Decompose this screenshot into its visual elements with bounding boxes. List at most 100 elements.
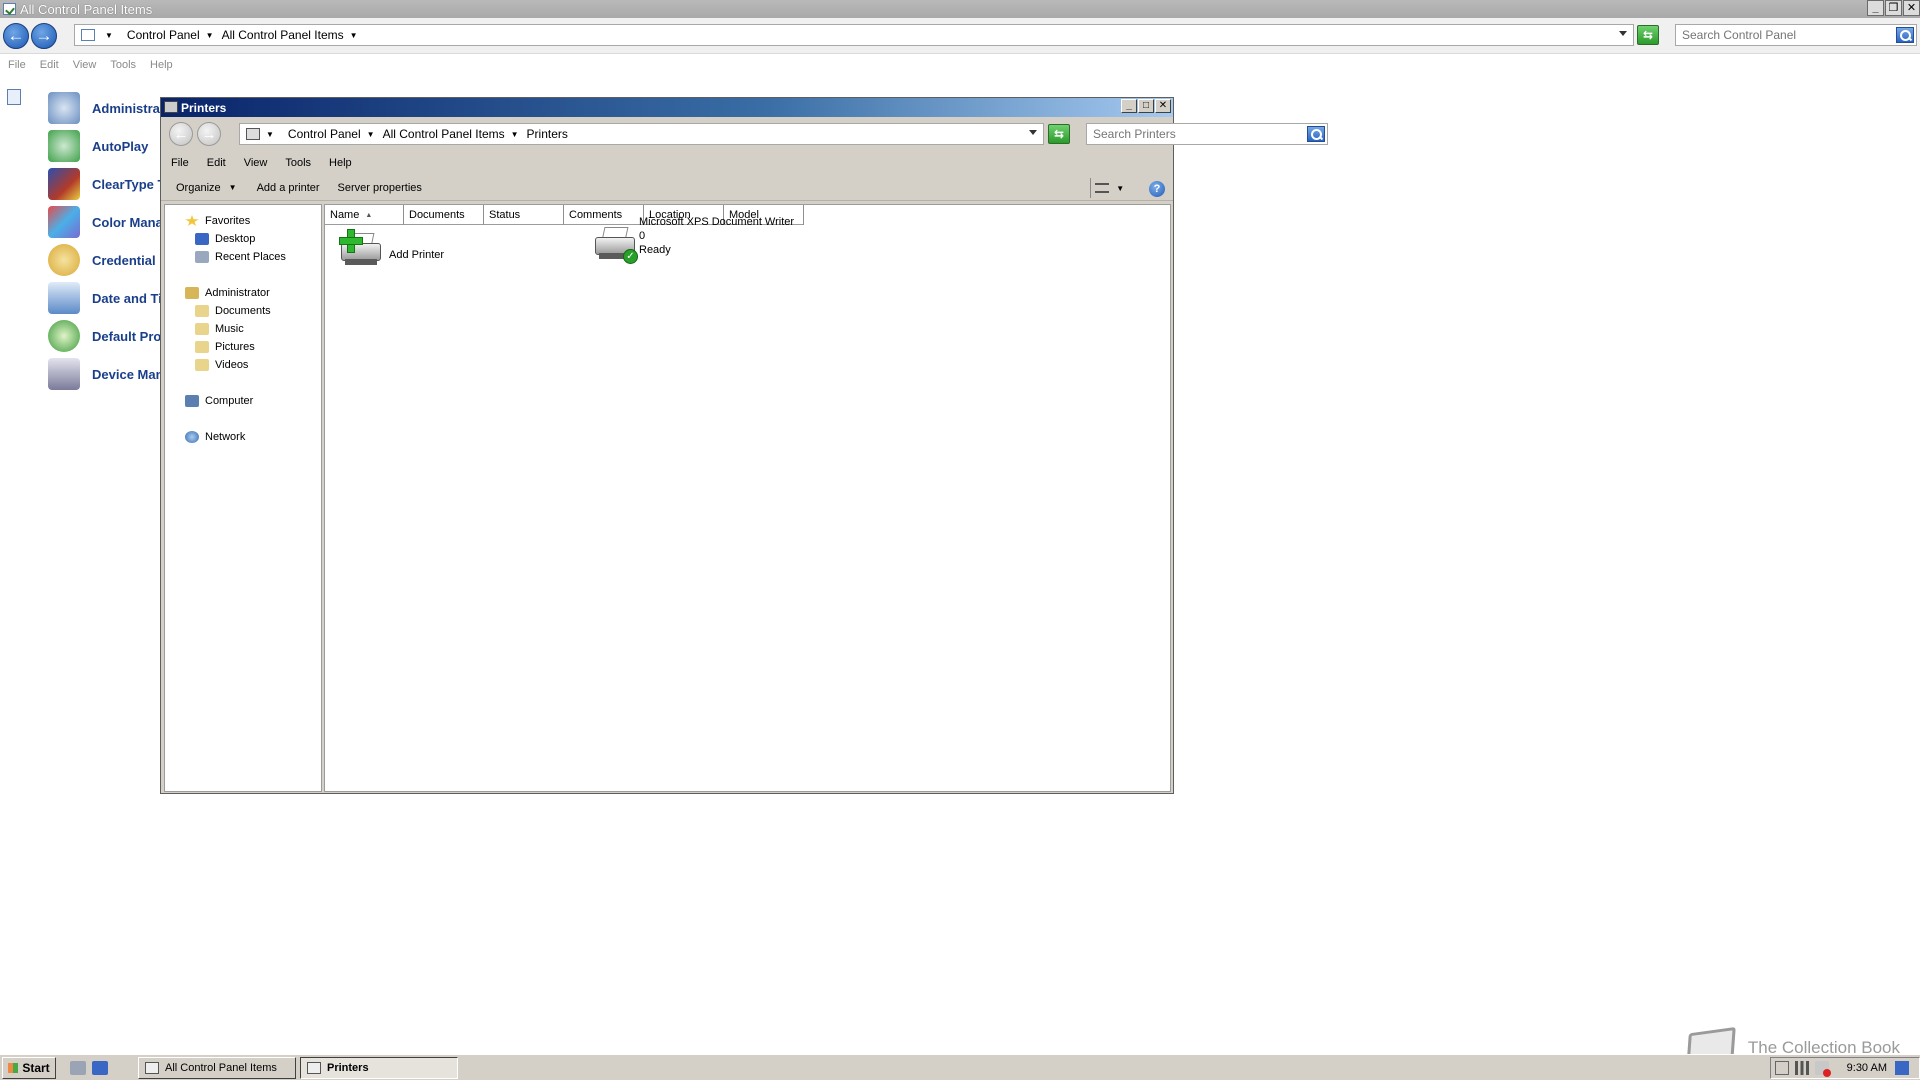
breadcrumb-control-panel[interactable]: Control Panel ▼ xyxy=(288,127,375,141)
background-menu-bar: File Edit View Tools Help xyxy=(0,55,1920,75)
show-desktop-icon[interactable] xyxy=(1895,1061,1909,1075)
maximize-button[interactable]: □ xyxy=(1138,99,1154,113)
refresh-button[interactable]: ⇆ xyxy=(1637,25,1659,45)
server-properties-button[interactable]: Server properties xyxy=(338,182,422,194)
change-view-button[interactable]: ▼ xyxy=(1090,178,1128,198)
nav-desktop[interactable]: Desktop xyxy=(195,233,255,245)
menu-tools[interactable]: Tools xyxy=(285,157,311,169)
add-printer-label: Add Printer xyxy=(389,249,445,261)
chevron-down-icon[interactable]: ▼ xyxy=(1116,184,1124,193)
nav-pictures[interactable]: Pictures xyxy=(195,341,255,353)
minimize-button[interactable]: _ xyxy=(1867,0,1884,16)
forward-button[interactable]: → xyxy=(31,23,57,49)
cp-item-autoplay[interactable]: AutoPlay xyxy=(48,129,148,163)
search-input[interactable] xyxy=(1676,25,1916,45)
refresh-icon: ⇆ xyxy=(1053,127,1065,141)
chevron-down-icon[interactable]: ▼ xyxy=(206,31,214,40)
breadcrumb-control-panel[interactable]: Control Panel ▼ xyxy=(127,28,214,42)
address-dropdown-icon[interactable] xyxy=(1029,130,1037,135)
menu-view[interactable]: View xyxy=(73,59,97,71)
close-button[interactable]: ✕ xyxy=(1155,99,1171,113)
breadcrumb-printers[interactable]: Printers xyxy=(527,127,568,141)
add-printer-item[interactable]: Add Printer xyxy=(339,229,444,269)
printers-icon xyxy=(164,101,178,113)
column-header-documents[interactable]: Documents xyxy=(404,205,484,225)
gear-tools-icon xyxy=(48,92,80,124)
cp-item-date-and-time[interactable]: Date and Tir xyxy=(48,281,167,315)
nav-network[interactable]: Network xyxy=(185,431,245,443)
nav-recent-places[interactable]: Recent Places xyxy=(195,251,286,263)
close-button[interactable]: ✕ xyxy=(1903,0,1920,16)
start-button[interactable]: Start xyxy=(2,1056,56,1079)
volume-muted-icon[interactable] xyxy=(1814,1061,1831,1077)
background-address-bar: ← → ▼ Control Panel ▼ All Control Panel I… xyxy=(0,18,1920,54)
menu-edit[interactable]: Edit xyxy=(207,157,226,169)
view-options-icon xyxy=(1094,183,1109,193)
play-icon xyxy=(48,130,80,162)
minimize-button[interactable]: _ xyxy=(1121,99,1137,113)
column-header-name[interactable]: Name ▲ xyxy=(325,205,404,225)
search-printers[interactable] xyxy=(1086,123,1328,145)
chevron-down-icon[interactable]: ▼ xyxy=(367,130,375,139)
server-manager-icon[interactable] xyxy=(70,1060,86,1075)
address-dropdown-icon[interactable] xyxy=(1619,31,1627,36)
help-button[interactable]: ? xyxy=(1149,181,1165,197)
arrow-right-icon: → xyxy=(35,26,53,45)
menu-help[interactable]: Help xyxy=(329,157,352,169)
background-window-titlebar[interactable]: All Control Panel Items _ ❐ ✕ xyxy=(0,0,1920,18)
add-printer-icon xyxy=(339,229,385,269)
printers-window-titlebar[interactable]: Printers _ □ ✕ xyxy=(161,98,1173,117)
search-input[interactable] xyxy=(1087,124,1327,144)
chevron-down-icon[interactable]: ▼ xyxy=(511,130,519,139)
clock[interactable]: 9:30 AM xyxy=(1847,1062,1887,1074)
cp-item-color-management[interactable]: Color Manag xyxy=(48,205,171,239)
menu-help[interactable]: Help xyxy=(150,59,173,71)
menu-view[interactable]: View xyxy=(244,157,268,169)
taskbar-button-printers[interactable]: Printers xyxy=(300,1056,458,1079)
search-icon[interactable] xyxy=(1307,126,1325,142)
address-box[interactable]: ▼ Control Panel ▼ All Control Panel Items… xyxy=(239,123,1044,145)
column-header-status[interactable]: Status xyxy=(484,205,564,225)
add-a-printer-button[interactable]: Add a printer xyxy=(257,182,320,194)
breadcrumb-all-control-panel-items[interactable]: All Control Panel Items ▼ xyxy=(222,28,358,42)
show-hidden-icons-icon[interactable] xyxy=(1774,1061,1789,1075)
show-desktop-icon[interactable] xyxy=(92,1060,108,1075)
network-icon[interactable] xyxy=(1794,1061,1809,1075)
cp-item-default-programs[interactable]: Default Prog xyxy=(48,319,169,353)
taskbar-button-all-control-panel-items[interactable]: All Control Panel Items xyxy=(138,1056,296,1079)
file-list: Name ▲ Documents Status Comments Location… xyxy=(324,204,1171,792)
nav-videos[interactable]: Videos xyxy=(195,359,248,371)
cp-item-administrative-tools[interactable]: Administrat xyxy=(48,91,164,125)
taskbar: Start All Control Panel Items Printers 9… xyxy=(0,1054,1920,1080)
chevron-down-icon[interactable]: ▼ xyxy=(266,130,274,139)
chevron-down-icon[interactable]: ▼ xyxy=(350,31,358,40)
search-control-panel[interactable] xyxy=(1675,24,1917,46)
back-button[interactable]: ← xyxy=(3,23,29,49)
nav-computer[interactable]: Computer xyxy=(185,395,253,407)
computer-icon xyxy=(185,395,199,407)
organize-button[interactable]: Organize ▼ xyxy=(176,182,237,194)
nav-favorites[interactable]: Favorites xyxy=(185,215,250,227)
cp-item-cleartype[interactable]: ClearType T xyxy=(48,167,165,201)
menu-edit[interactable]: Edit xyxy=(40,59,59,71)
search-icon[interactable] xyxy=(1896,27,1914,43)
chevron-down-icon[interactable]: ▼ xyxy=(105,31,113,40)
nav-documents[interactable]: Documents xyxy=(195,305,271,317)
folder-icon xyxy=(195,305,209,317)
back-button[interactable]: ← xyxy=(169,122,193,146)
color-management-icon xyxy=(48,206,80,238)
menu-file[interactable]: File xyxy=(171,157,189,169)
refresh-button[interactable]: ⇆ xyxy=(1048,124,1070,144)
nav-music[interactable]: Music xyxy=(195,323,244,335)
address-box[interactable]: ▼ Control Panel ▼ All Control Panel Items… xyxy=(74,24,1634,46)
cp-item-device-manager[interactable]: Device Mana xyxy=(48,357,171,391)
sidebar-toggle-icon[interactable] xyxy=(7,89,21,105)
cp-item-credential-manager[interactable]: Credential M xyxy=(48,243,170,277)
menu-tools[interactable]: Tools xyxy=(110,59,136,71)
menu-file[interactable]: File xyxy=(8,59,26,71)
restore-button[interactable]: ❐ xyxy=(1885,0,1902,16)
xps-printer-item[interactable]: ✓ Microsoft XPS Document Writer 0 Ready xyxy=(593,215,794,264)
breadcrumb-all-control-panel-items[interactable]: All Control Panel Items ▼ xyxy=(383,127,519,141)
forward-button[interactable]: → xyxy=(197,122,221,146)
nav-administrator[interactable]: Administrator xyxy=(185,287,270,299)
